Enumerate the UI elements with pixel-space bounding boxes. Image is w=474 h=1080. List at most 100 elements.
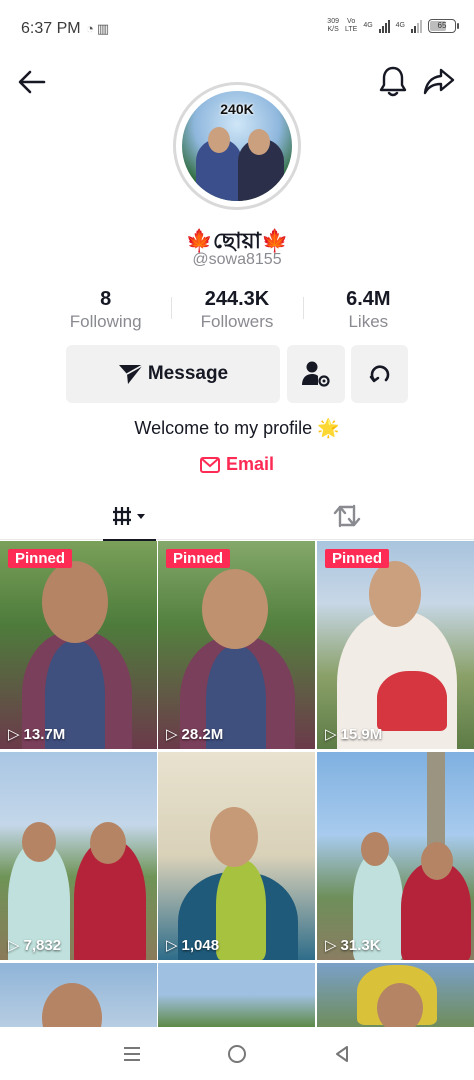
notification-icons: ◔▥ [86,21,112,37]
notifications-button[interactable] [377,64,409,98]
system-nav-bar [0,1027,474,1080]
refresh-circle-icon [369,365,389,383]
email-label: Email [225,454,275,474]
status-bar: 6:37 PM ◔▥ 309 K/S Vo LTE 4G 4G 65 [0,0,474,60]
view-count-value: 31.3K [340,936,381,954]
speed-unit: K/S [327,26,339,33]
video-face [377,983,423,1027]
view-count-value: 28.2M [181,725,224,743]
message-label: Message [147,363,229,384]
video-face-2 [90,822,126,864]
message-button[interactable]: Message [66,345,280,403]
play-icon: ▷ [8,726,20,743]
video-tile[interactable]: ▷ 31.3K [317,752,474,960]
volte-label: Vo [347,18,356,25]
play-icon: ▷ [8,937,20,954]
video-tile[interactable]: Pinned ▷ 15.9M [317,541,474,749]
network-speed: 309 K/S [327,18,339,34]
video-tile[interactable] [158,963,315,1027]
view-count: ▷ 1,048 [166,936,220,955]
add-friend-button[interactable] [287,345,345,403]
video-face [210,807,258,867]
avatar-image: 240K [182,91,292,201]
signal-icon [378,19,390,33]
menu-icon [124,1046,141,1061]
video-face-1 [22,822,56,862]
stat-followers[interactable]: 244.3K Followers [171,287,302,335]
video-tile[interactable] [317,963,474,1027]
send-icon [118,364,144,384]
stat-value: 8 [100,288,112,310]
system-back-button[interactable] [322,1034,362,1074]
avatar[interactable]: 240K [173,82,301,210]
video-tile[interactable]: ▷ 1,048 [158,752,315,960]
video-face-1 [361,832,389,866]
video-cloth [377,671,447,731]
profile-tabs [0,492,474,541]
net-4g-label-2: 4G [395,22,405,29]
video-tile[interactable]: ▷ 7,832 [0,752,157,960]
view-count-value: 13.7M [23,725,66,743]
tab-reposts[interactable] [327,492,367,540]
more-button[interactable] [351,345,408,403]
play-icon: ▷ [166,937,178,954]
email-link[interactable]: Email [0,454,474,475]
status-time: 6:37 PM [21,20,81,37]
play-icon: ▷ [325,726,337,743]
book-icon: ▥ [96,21,113,36]
bio-text: Welcome to my profile 🌟 [134,418,340,438]
view-count: ▷ 31.3K [325,936,381,955]
share-button[interactable] [422,64,456,98]
battery-icon: 65 [428,19,459,33]
repost-icon [333,504,361,528]
signal-icon-2 [411,19,422,33]
view-count-value: 15.9M [340,725,383,743]
network-4g-2: 4G [396,22,405,30]
mail-icon [199,456,220,473]
arrow-left-icon [18,70,46,94]
pinned-badge: Pinned [166,549,231,568]
stat-likes[interactable]: 6.4M Likes [302,287,434,335]
user-settings-icon [302,361,330,387]
video-tile[interactable]: Pinned ▷ 13.7M [0,541,157,749]
avatar-face-2 [248,129,270,155]
stat-following[interactable]: 8 Following [40,287,171,335]
stat-value: 6.4M [346,288,391,310]
back-triangle-icon [335,1045,348,1062]
video-face [369,561,421,627]
recents-button[interactable] [112,1034,152,1074]
avatar-badge: 240K [220,101,254,117]
profile-stats: 8 Following 244.3K Followers 6.4M Likes [40,287,434,335]
video-face [42,983,102,1027]
pinned-badge: Pinned [325,549,390,568]
view-count-value: 1,048 [181,936,220,954]
battery-level: 65 [437,21,447,30]
video-tile[interactable] [0,963,157,1027]
status-right: 309 K/S Vo LTE 4G 4G 65 [327,18,459,34]
stat-label: Likes [348,312,389,331]
pinned-badge: Pinned [8,549,73,568]
avatar-face-1 [208,127,230,153]
back-button[interactable] [16,66,48,98]
volte-indicator: Vo LTE [345,18,357,34]
home-circle-icon [227,1044,246,1063]
stat-value: 244.3K [204,288,270,310]
grid-icon [112,507,145,525]
stat-label: Followers [200,312,274,331]
whatsapp-icon: ◔ [86,21,97,36]
video-tile[interactable]: Pinned ▷ 28.2M [158,541,315,749]
username: @sowa8155 [192,251,282,268]
bell-icon [379,66,407,97]
view-count: ▷ 15.9M [325,725,383,744]
video-face-2 [421,842,453,880]
speed-value: 309 [327,18,339,25]
view-count: ▷ 7,832 [8,936,61,955]
play-icon: ▷ [325,937,337,954]
network-4g-1: 4G [363,22,372,30]
net-4g-label-1: 4G [363,22,373,29]
view-count: ▷ 13.7M [8,725,66,744]
video-scarf [216,860,266,960]
home-button[interactable] [217,1034,257,1074]
tab-videos[interactable] [103,492,156,541]
view-count: ▷ 28.2M [166,725,224,744]
